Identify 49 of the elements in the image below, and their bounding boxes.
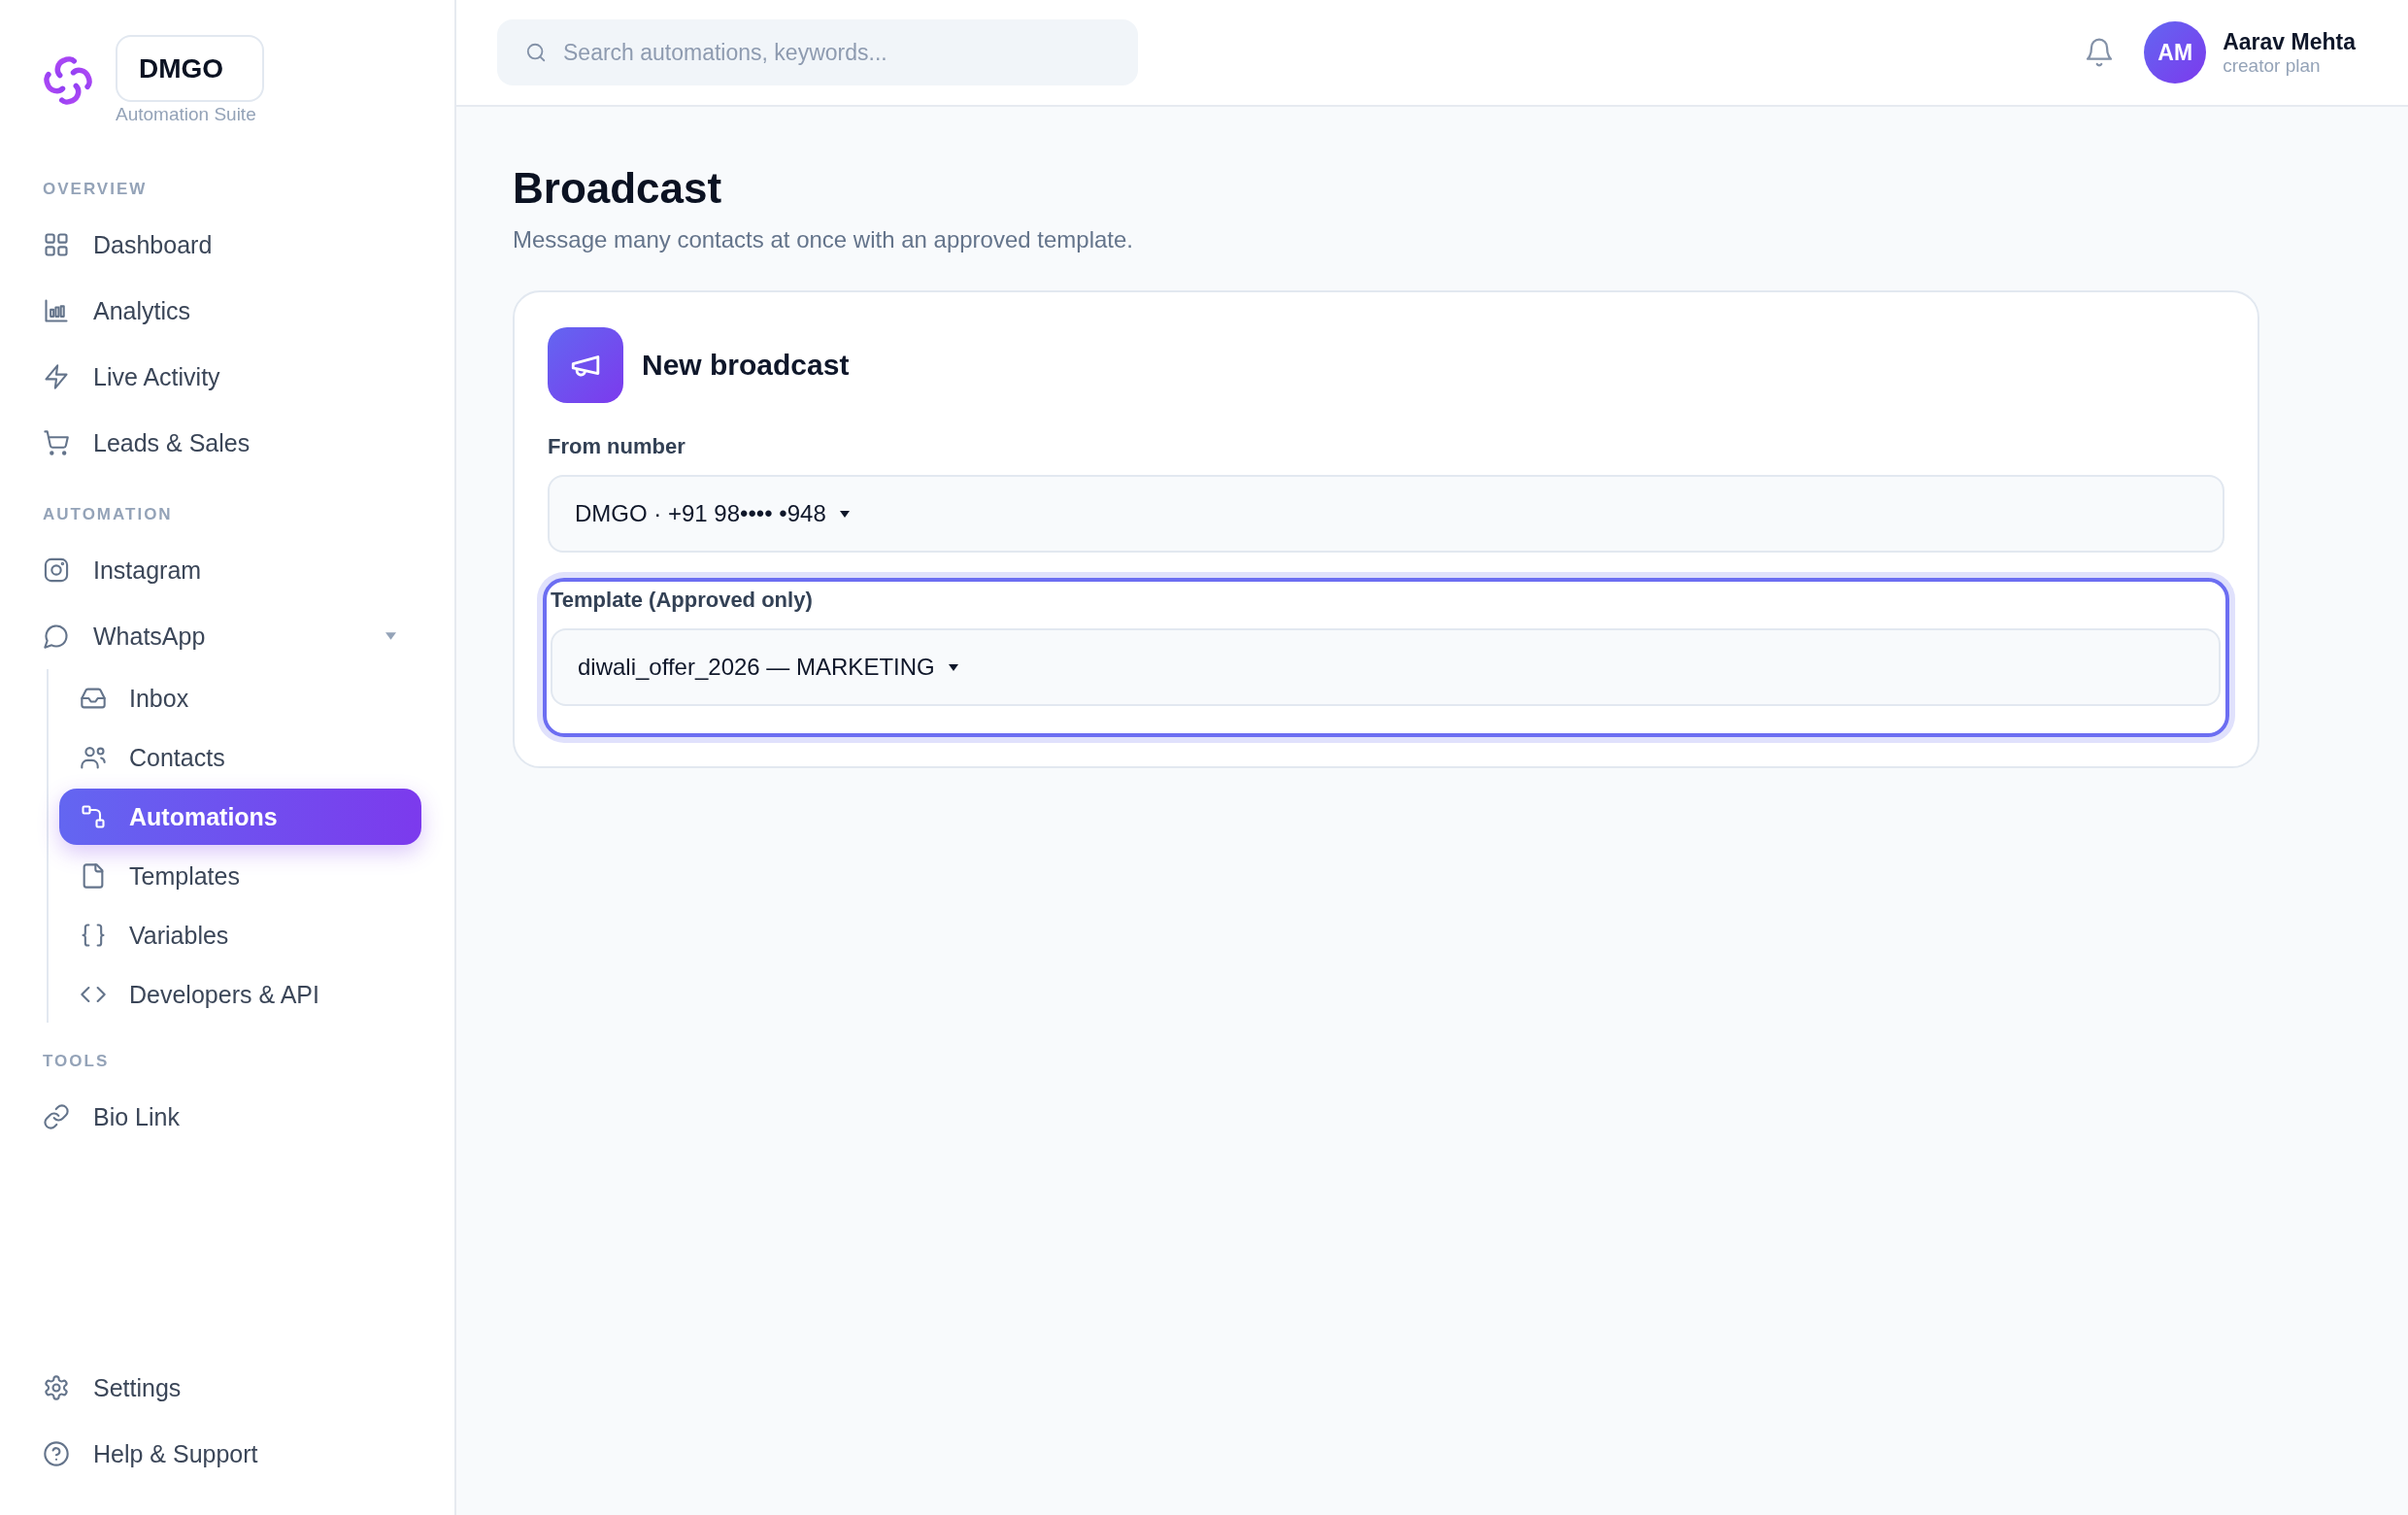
page-subtitle: Message many contacts at once with an approved template. xyxy=(513,225,1134,254)
caret-icon xyxy=(839,510,850,518)
section-label: OVERVIEW xyxy=(43,180,148,199)
pinwheel-logo-icon xyxy=(44,55,92,105)
section-label: TOOLS xyxy=(43,1052,110,1071)
megaphone-icon xyxy=(548,327,623,403)
sidebar-item[interactable]: Bio Link xyxy=(27,1084,421,1150)
sidebar-item[interactable]: Templates xyxy=(59,848,421,904)
rounded-camera-icon xyxy=(43,556,70,584)
brand-tagline: Automation Suite xyxy=(116,104,256,125)
user-avatar[interactable]: AM xyxy=(2144,21,2207,84)
brand-name: DMGO xyxy=(116,35,264,102)
search-field[interactable]: Search automations, keywords... xyxy=(497,19,1138,85)
sidebar-item[interactable]: Help & Support xyxy=(27,1421,421,1487)
sidebar-item[interactable]: Contacts xyxy=(59,729,421,786)
dropdown-field[interactable]: DMGO · +91 98•••• •948 xyxy=(548,475,2224,553)
sidebar-item[interactable]: Instagram xyxy=(27,537,421,603)
caret-icon xyxy=(948,663,958,671)
grid-icon xyxy=(43,231,70,258)
sidebar-item[interactable]: Settings xyxy=(27,1355,421,1421)
braces-icon xyxy=(80,922,107,949)
sidebar-item[interactable]: Automations xyxy=(59,789,421,845)
dropdown-field[interactable]: diwali_offer_2026 — MARKETING xyxy=(551,628,2221,706)
field-label: Template (Approved only) xyxy=(551,588,813,613)
settings-icon xyxy=(43,1374,70,1401)
lightning-icon xyxy=(43,363,70,390)
sidebar-item[interactable]: Developers & API xyxy=(59,966,421,1023)
page-title: Broadcast xyxy=(513,163,722,214)
sidebar-item[interactable]: Inbox xyxy=(59,670,421,726)
people-icon xyxy=(80,744,107,771)
section-label: AUTOMATION xyxy=(43,505,173,524)
cart-icon xyxy=(43,429,70,456)
field-label: From number xyxy=(548,434,686,459)
user-name: Aarav Mehta xyxy=(2223,28,2356,55)
link-icon xyxy=(43,1103,70,1130)
sidebar-item[interactable]: Live Activity xyxy=(27,344,421,410)
sidebar-item[interactable]: Dashboard xyxy=(27,212,421,278)
sidebar-item[interactable]: Analytics xyxy=(27,278,421,344)
search-icon xyxy=(525,42,547,63)
flow-nodes-icon xyxy=(80,803,107,830)
help-icon xyxy=(43,1440,70,1467)
caret-icon[interactable] xyxy=(385,632,396,640)
sidebar-item[interactable]: Leads & Sales xyxy=(27,410,421,476)
card-title: New broadcast xyxy=(642,349,850,382)
chat-bubble-icon xyxy=(43,623,70,650)
sidebar-item[interactable]: Variables xyxy=(59,907,421,963)
bar-chart-icon xyxy=(43,297,70,324)
sidebar-item[interactable]: WhatsApp xyxy=(27,603,421,669)
user-plan: creator plan xyxy=(2223,55,2321,77)
